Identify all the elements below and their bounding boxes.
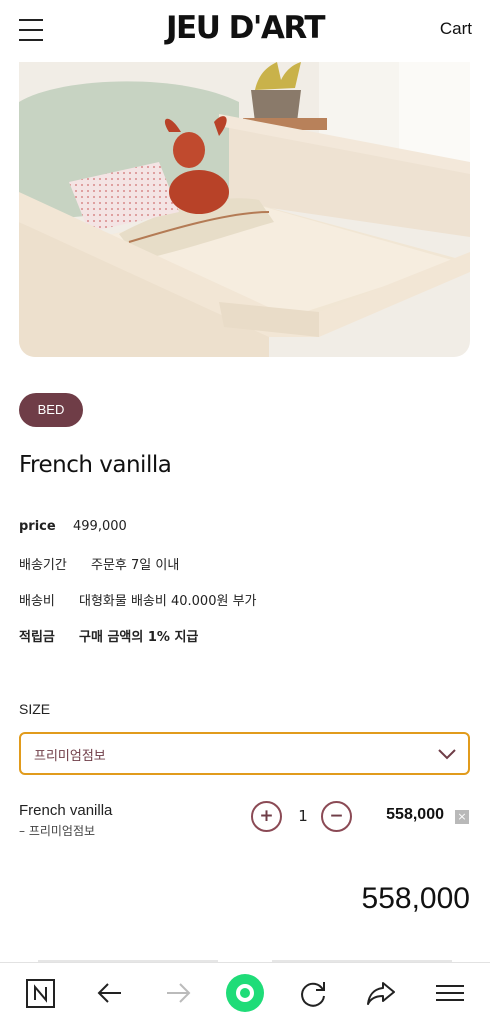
selected-item-name: French vanilla xyxy=(19,802,113,819)
price-label: price xyxy=(19,519,56,534)
shipping-fee-label: 배송비 xyxy=(19,594,55,609)
shipping-period-row: 배송기간 주문후 7일 이내 xyxy=(19,554,179,573)
quantity-increase-button[interactable]: + xyxy=(251,801,282,832)
share-icon[interactable] xyxy=(365,977,397,1009)
points-row: 적립금 구매 금액의 1% 지급 xyxy=(19,626,198,645)
site-logo[interactable]: JEU D'ART xyxy=(0,10,490,46)
shipping-fee-value: 대형화물 배송비 40.000원 부가 xyxy=(79,594,257,609)
total-price: 558,000 xyxy=(361,882,470,915)
green-dot-icon[interactable] xyxy=(226,974,264,1012)
shipping-period-label: 배송기간 xyxy=(19,558,67,573)
menu-icon[interactable] xyxy=(434,977,466,1009)
selected-item-option: – 프리미엄점보 xyxy=(19,824,96,838)
reload-icon[interactable] xyxy=(297,977,329,1009)
back-arrow-icon[interactable] xyxy=(94,977,126,1009)
price-value: 499,000 xyxy=(73,519,127,534)
naver-home-icon[interactable] xyxy=(25,977,57,1009)
quantity-decrease-button[interactable]: − xyxy=(321,801,352,832)
shipping-period-value: 주문후 7일 이내 xyxy=(91,558,180,573)
chevron-down-icon xyxy=(438,746,456,760)
browser-toolbar xyxy=(0,962,490,1024)
size-select[interactable]: 프리미엄점보 xyxy=(19,732,470,775)
cart-link[interactable]: Cart xyxy=(440,19,472,39)
selected-item-price: 558,000 xyxy=(386,806,444,823)
quantity-value: 1 xyxy=(298,807,308,825)
product-title: French vanilla xyxy=(19,452,172,478)
remove-item-button[interactable]: × xyxy=(455,810,469,824)
shipping-fee-row: 배송비 대형화물 배송비 40.000원 부가 xyxy=(19,590,256,609)
points-label: 적립금 xyxy=(19,630,55,645)
category-badge: BED xyxy=(19,393,83,427)
size-label: SIZE xyxy=(19,701,51,717)
site-header: JEU D'ART Cart xyxy=(0,0,490,62)
product-image xyxy=(19,62,470,357)
size-selected-value: 프리미엄점보 xyxy=(34,749,106,764)
price-row: price 499,000 xyxy=(19,519,127,534)
forward-arrow-icon[interactable] xyxy=(162,977,194,1009)
points-value: 구매 금액의 1% 지급 xyxy=(79,630,199,645)
